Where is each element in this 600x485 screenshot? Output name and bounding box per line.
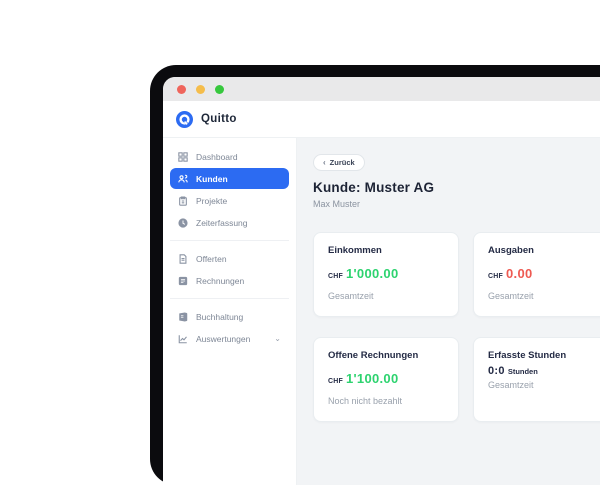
sidebar-item-rechnungen[interactable]: Rechnungen: [170, 270, 289, 291]
sidebar-item-auswertungen[interactable]: Auswertungen ⌄: [170, 328, 289, 349]
card-title: Offene Rechnungen: [328, 350, 444, 361]
card-value: 1'100.00: [346, 371, 398, 386]
sidebar-nav: Dashboard Kunden: [163, 138, 297, 485]
sidebar-item-label: Buchhaltung: [196, 312, 243, 322]
card-footer: Gesamtzeit: [488, 291, 600, 301]
chart-line-icon: [178, 334, 188, 344]
card-value: 0:0: [488, 365, 505, 377]
currency-label: CHF: [488, 273, 503, 280]
card-value-row: CHF 0.00: [488, 266, 600, 281]
sidebar-item-label: Dashboard: [196, 152, 238, 162]
card-value: 0.00: [506, 266, 533, 281]
brand-name: Quitto: [201, 113, 237, 125]
card-offene-rechnungen: Offene Rechnungen CHF 1'100.00 Noch nich…: [313, 337, 459, 422]
card-value: 1'000.00: [346, 266, 398, 281]
stat-cards-grid: Einkommen CHF 1'000.00 Gesamtzeit Ausgab…: [313, 232, 600, 422]
app-window: Quitto Dashboard: [163, 77, 600, 485]
dashboard-grid-icon: [178, 152, 188, 162]
card-footer: Gesamtzeit: [328, 291, 444, 301]
card-footer: Gesamtzeit: [488, 380, 600, 390]
invoice-icon: [178, 276, 188, 286]
sidebar-item-dashboard[interactable]: Dashboard: [170, 146, 289, 167]
chevron-down-icon: ⌄: [274, 334, 281, 343]
clock-icon: [178, 218, 188, 228]
sidebar-item-label: Rechnungen: [196, 276, 244, 286]
card-title: Einkommen: [328, 245, 444, 256]
currency-label: CHF: [328, 378, 343, 385]
back-button-label: Zurück: [330, 158, 355, 167]
card-title: Ausgaben: [488, 245, 600, 256]
minimize-window-button[interactable]: [196, 85, 205, 94]
sidebar-item-offerten[interactable]: Offerten: [170, 248, 289, 269]
sidebar-item-zeiterfassung[interactable]: Zeiterfassung: [170, 212, 289, 233]
zoom-window-button[interactable]: [215, 85, 224, 94]
currency-label: CHF: [328, 273, 343, 280]
main-row: Dashboard Kunden: [163, 138, 600, 485]
chevron-left-icon: ‹: [323, 158, 326, 167]
card-value-row: CHF 1'000.00: [328, 266, 444, 281]
card-value-unit: Stunden: [508, 367, 538, 376]
sidebar-item-label: Offerten: [196, 254, 227, 264]
card-title: Erfasste Stunden: [488, 350, 600, 361]
sidebar-item-label: Projekte: [196, 196, 227, 206]
page-title: Kunde: Muster AG: [313, 180, 600, 196]
sidebar-item-projekte[interactable]: Projekte: [170, 190, 289, 211]
sidebar-item-label: Zeiterfassung: [196, 218, 248, 228]
sidebar-item-label: Auswertungen: [196, 334, 250, 344]
content-area: ‹ Zurück Kunde: Muster AG Max Muster Ein…: [297, 138, 600, 485]
app-header: Quitto: [163, 101, 600, 138]
card-value-row: CHF 1'100.00: [328, 371, 444, 386]
ledger-icon: [178, 312, 188, 322]
card-erfasste-stunden: Erfasste Stunden 0:0 Stunden Gesamtzeit: [473, 337, 600, 422]
card-einkommen: Einkommen CHF 1'000.00 Gesamtzeit: [313, 232, 459, 317]
sidebar-divider: [170, 298, 289, 299]
sidebar-item-kunden[interactable]: Kunden: [170, 168, 289, 189]
users-icon: [178, 174, 188, 184]
close-window-button[interactable]: [177, 85, 186, 94]
window-titlebar: [163, 77, 600, 101]
card-ausgaben: Ausgaben CHF 0.00 Gesamtzeit: [473, 232, 600, 317]
device-frame: Quitto Dashboard: [150, 65, 600, 485]
card-value-row: 0:0 Stunden: [488, 365, 600, 377]
sidebar-item-label: Kunden: [196, 174, 228, 184]
back-button[interactable]: ‹ Zurück: [313, 154, 365, 171]
card-footer: Noch nicht bezahlt: [328, 396, 444, 406]
sidebar-item-buchhaltung[interactable]: Buchhaltung: [170, 306, 289, 327]
page-subtitle: Max Muster: [313, 199, 600, 209]
clipboard-icon: [178, 196, 188, 206]
document-icon: [178, 254, 188, 264]
sidebar-divider: [170, 240, 289, 241]
quitto-logo-icon: [176, 111, 193, 128]
